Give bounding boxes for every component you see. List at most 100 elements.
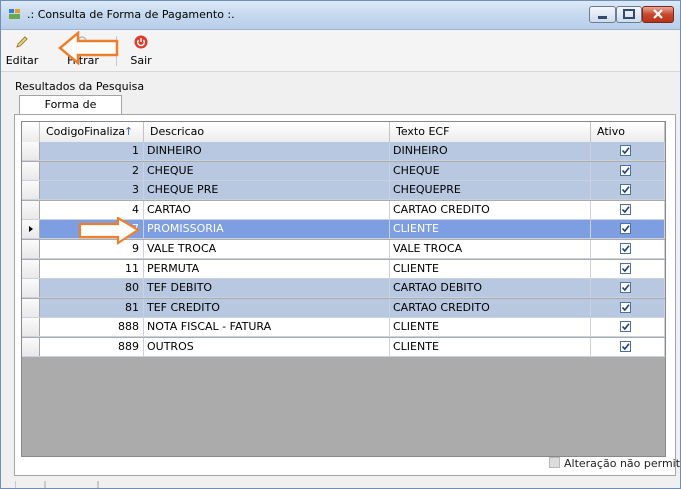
cell-ativo	[591, 338, 665, 356]
table-row[interactable]: 3 CHEQUE PRE CHEQUEPRE	[22, 181, 665, 201]
status-bar: Alteração não permitida	[21, 453, 681, 473]
checkmark-icon	[621, 147, 630, 155]
ativo-checkbox[interactable]	[620, 262, 631, 274]
cell-ativo	[591, 142, 665, 160]
cell-descricao: VALE TROCA	[144, 240, 390, 258]
cell-descricao: OUTROS	[144, 338, 390, 356]
alteracao-label: Alteração não permitida	[564, 457, 681, 470]
cell-texto-ecf: CARTAO CREDITO	[390, 200, 591, 219]
power-icon	[134, 35, 148, 49]
cell-codigo: 81	[40, 298, 144, 317]
cell-descricao: TEF DEBITO	[144, 279, 390, 298]
table-row[interactable]: 889 OUTROS CLIENTE	[22, 338, 665, 357]
grid-header: CodigoFinaliza ↑ Descricao Texto ECF Ati…	[22, 122, 665, 143]
ativo-checkbox[interactable]	[620, 282, 631, 294]
cell-ativo	[591, 200, 665, 219]
ativo-checkbox[interactable]	[620, 203, 631, 215]
ativo-checkbox[interactable]	[620, 301, 631, 313]
cell-texto-ecf: CHEQUE	[390, 161, 591, 180]
checkmark-icon	[621, 186, 630, 194]
editar-button[interactable]: Editar	[5, 33, 39, 69]
row-header[interactable]	[22, 338, 40, 356]
minimize-button[interactable]	[589, 6, 616, 23]
cell-ativo	[591, 161, 665, 180]
row-header[interactable]	[22, 279, 40, 298]
cell-ativo	[591, 298, 665, 317]
app-icon	[9, 9, 20, 19]
bottom-tab-strip	[15, 481, 99, 488]
current-row-indicator-icon	[29, 226, 33, 233]
cell-codigo: 3	[40, 181, 144, 200]
row-header[interactable]	[22, 142, 40, 160]
cell-descricao: TEF CREDITO	[144, 298, 390, 317]
cell-codigo: 80	[40, 279, 144, 298]
minimize-icon	[598, 16, 607, 19]
checkmark-icon	[621, 264, 630, 272]
column-header-codigo[interactable]: CodigoFinaliza ↑	[40, 122, 144, 142]
sair-button[interactable]: Sair	[125, 33, 157, 69]
ativo-checkbox[interactable]	[620, 223, 631, 235]
table-row[interactable]: 81 TEF CREDITO CARTAO CREDITO	[22, 298, 665, 318]
cell-codigo: 889	[40, 338, 144, 356]
cell-descricao: CARTAO	[144, 200, 390, 219]
ativo-checkbox[interactable]	[620, 164, 631, 176]
row-header[interactable]	[22, 220, 40, 239]
ativo-checkbox[interactable]	[620, 145, 631, 156]
cell-texto-ecf: CARTAO DEBITO	[390, 279, 591, 298]
annotation-arrow-right	[78, 217, 140, 245]
editar-label: Editar	[5, 54, 39, 67]
row-header[interactable]	[22, 240, 40, 258]
ativo-checkbox[interactable]	[620, 341, 631, 352]
table-row[interactable]: 2 CHEQUE CHEQUE	[22, 161, 665, 181]
column-label-codigo: CodigoFinaliza	[46, 125, 126, 138]
tab-forma-de-pagamento[interactable]: Forma de Pagamento	[19, 95, 122, 129]
ativo-checkbox[interactable]	[620, 243, 631, 254]
cell-codigo: 11	[40, 259, 144, 278]
cell-codigo: 1	[40, 142, 144, 160]
close-icon	[653, 9, 663, 19]
cell-descricao: DINHEIRO	[144, 142, 390, 160]
maximize-button[interactable]	[616, 6, 642, 23]
cell-texto-ecf: CLIENTE	[390, 318, 591, 337]
results-group-label: Resultados da Pesquisa	[15, 80, 145, 93]
table-row[interactable]: 888 NOTA FISCAL - FATURA CLIENTE	[22, 318, 665, 338]
row-header-corner	[22, 122, 40, 142]
tab-page: CodigoFinaliza ↑ Descricao Texto ECF Ati…	[14, 114, 681, 476]
row-header[interactable]	[22, 200, 40, 219]
checkmark-icon	[621, 206, 630, 214]
row-header[interactable]	[22, 259, 40, 278]
alteracao-checkbox[interactable]	[549, 457, 560, 468]
cell-ativo	[591, 181, 665, 200]
column-header-descricao[interactable]: Descricao	[144, 122, 390, 142]
row-header[interactable]	[22, 161, 40, 180]
checkmark-icon	[621, 304, 630, 312]
checkmark-icon	[621, 166, 630, 174]
checkmark-icon	[621, 343, 630, 351]
cell-ativo	[591, 259, 665, 278]
table-row[interactable]: 11 PERMUTA CLIENTE	[22, 259, 665, 279]
annotation-arrow-left	[58, 31, 119, 65]
cell-codigo: 888	[40, 318, 144, 337]
cell-ativo	[591, 220, 665, 239]
table-row[interactable]: 80 TEF DEBITO CARTAO DEBITO	[22, 279, 665, 299]
cell-texto-ecf: DINHEIRO	[390, 142, 591, 160]
cell-ativo	[591, 279, 665, 298]
ativo-checkbox[interactable]	[620, 184, 631, 196]
row-header[interactable]	[22, 181, 40, 200]
cell-descricao: NOTA FISCAL - FATURA	[144, 318, 390, 337]
column-header-ativo[interactable]: Ativo	[591, 122, 665, 142]
title-bar[interactable]: .: Consulta de Forma de Pagamento :.	[1, 1, 680, 30]
table-row[interactable]: 1 DINHEIRO DINHEIRO	[22, 142, 665, 161]
cell-texto-ecf: CLIENTE	[390, 220, 591, 239]
cell-descricao: CHEQUE PRE	[144, 181, 390, 200]
checkmark-icon	[621, 323, 630, 331]
payment-grid[interactable]: CodigoFinaliza ↑ Descricao Texto ECF Ati…	[21, 121, 666, 457]
row-header[interactable]	[22, 318, 40, 337]
close-button[interactable]	[642, 6, 674, 23]
row-header[interactable]	[22, 298, 40, 317]
maximize-icon	[623, 9, 635, 19]
cell-ativo	[591, 318, 665, 337]
checkmark-icon	[621, 284, 630, 292]
column-header-texto-ecf[interactable]: Texto ECF	[390, 122, 591, 142]
ativo-checkbox[interactable]	[620, 321, 631, 333]
